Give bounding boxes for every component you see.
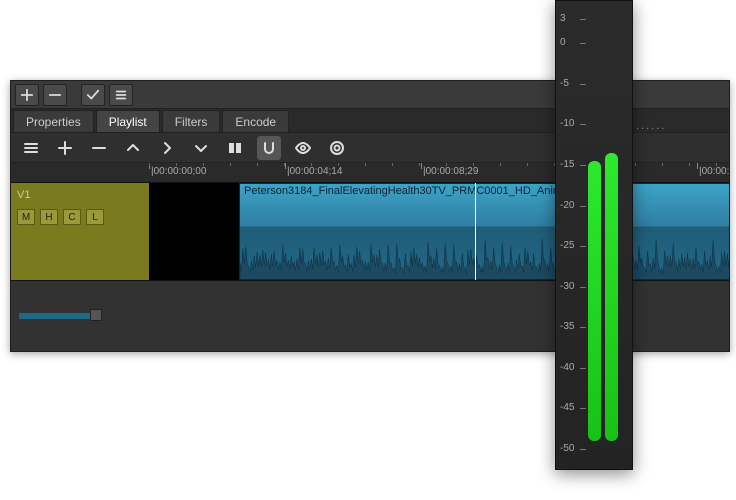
meter-scale-label: 3 xyxy=(560,13,566,24)
hamburger-icon[interactable] xyxy=(19,136,43,160)
meter-scale-label: -15 xyxy=(560,159,574,170)
meter-scale-label: -40 xyxy=(560,362,574,373)
empty-region xyxy=(149,183,239,280)
remove-button[interactable] xyxy=(43,84,67,106)
meter-scale-label: 0 xyxy=(560,37,566,48)
zoom-thumb[interactable] xyxy=(90,309,102,321)
chevron-up-icon[interactable] xyxy=(121,136,145,160)
zoom-slider[interactable] xyxy=(19,313,99,319)
chevron-down-icon[interactable] xyxy=(189,136,213,160)
meter-scale-label: -35 xyxy=(560,321,574,332)
chevron-right-icon[interactable] xyxy=(155,136,179,160)
menu-button[interactable] xyxy=(109,84,133,106)
meter-scale-label: -45 xyxy=(560,402,574,413)
time-ruler[interactable]: |00:00:00;00|00:00:04;14|00:00:08;29|00:… xyxy=(149,163,729,183)
video-clip[interactable]: Peterson3184_FinalElevatingHealth30TV_PR… xyxy=(239,183,729,280)
waveform xyxy=(240,232,729,280)
meter-scale-label: -50 xyxy=(560,443,574,454)
add-button[interactable] xyxy=(15,84,39,106)
decor-ellipsis: ...... xyxy=(636,120,726,140)
snap-icon[interactable] xyxy=(257,136,281,160)
track-btn-l[interactable]: L xyxy=(86,209,104,225)
ruler-spacer xyxy=(11,163,149,183)
meter-scale-label: -25 xyxy=(560,240,574,251)
track-btn-h[interactable]: H xyxy=(40,209,58,225)
audio-meter: 3 0 -5 -10 -15 -20 -25 -30 -35 -40 -45 -50 xyxy=(555,0,633,470)
playhead[interactable] xyxy=(475,183,476,280)
track-header: V1 MHCL xyxy=(11,183,149,280)
track-body[interactable]: Peterson3184_FinalElevatingHealth30TV_PR… xyxy=(149,183,729,280)
confirm-button[interactable] xyxy=(81,84,105,106)
eye-icon[interactable] xyxy=(291,136,315,160)
plus-icon[interactable] xyxy=(53,136,77,160)
split-icon[interactable] xyxy=(223,136,247,160)
tab-filters[interactable]: Filters xyxy=(162,110,221,132)
minus-icon[interactable] xyxy=(87,136,111,160)
meter-scale-label: -30 xyxy=(560,281,574,292)
clip-label: Peterson3184_FinalElevatingHealth30TV_PR… xyxy=(244,185,729,197)
track-name: V1 xyxy=(17,189,143,201)
target-icon[interactable] xyxy=(325,136,349,160)
meter-bar-left xyxy=(588,161,601,441)
tab-encode[interactable]: Encode xyxy=(222,110,289,132)
meter-bar-right xyxy=(605,153,618,441)
track-btn-c[interactable]: C xyxy=(63,209,81,225)
meter-scale-label: -20 xyxy=(560,200,574,211)
tab-properties[interactable]: Properties xyxy=(13,110,94,132)
meter-scale-label: -10 xyxy=(560,118,574,129)
track-btn-m[interactable]: M xyxy=(17,209,35,225)
tab-playlist[interactable]: Playlist xyxy=(96,110,160,132)
meter-scale-label: -5 xyxy=(560,78,569,89)
